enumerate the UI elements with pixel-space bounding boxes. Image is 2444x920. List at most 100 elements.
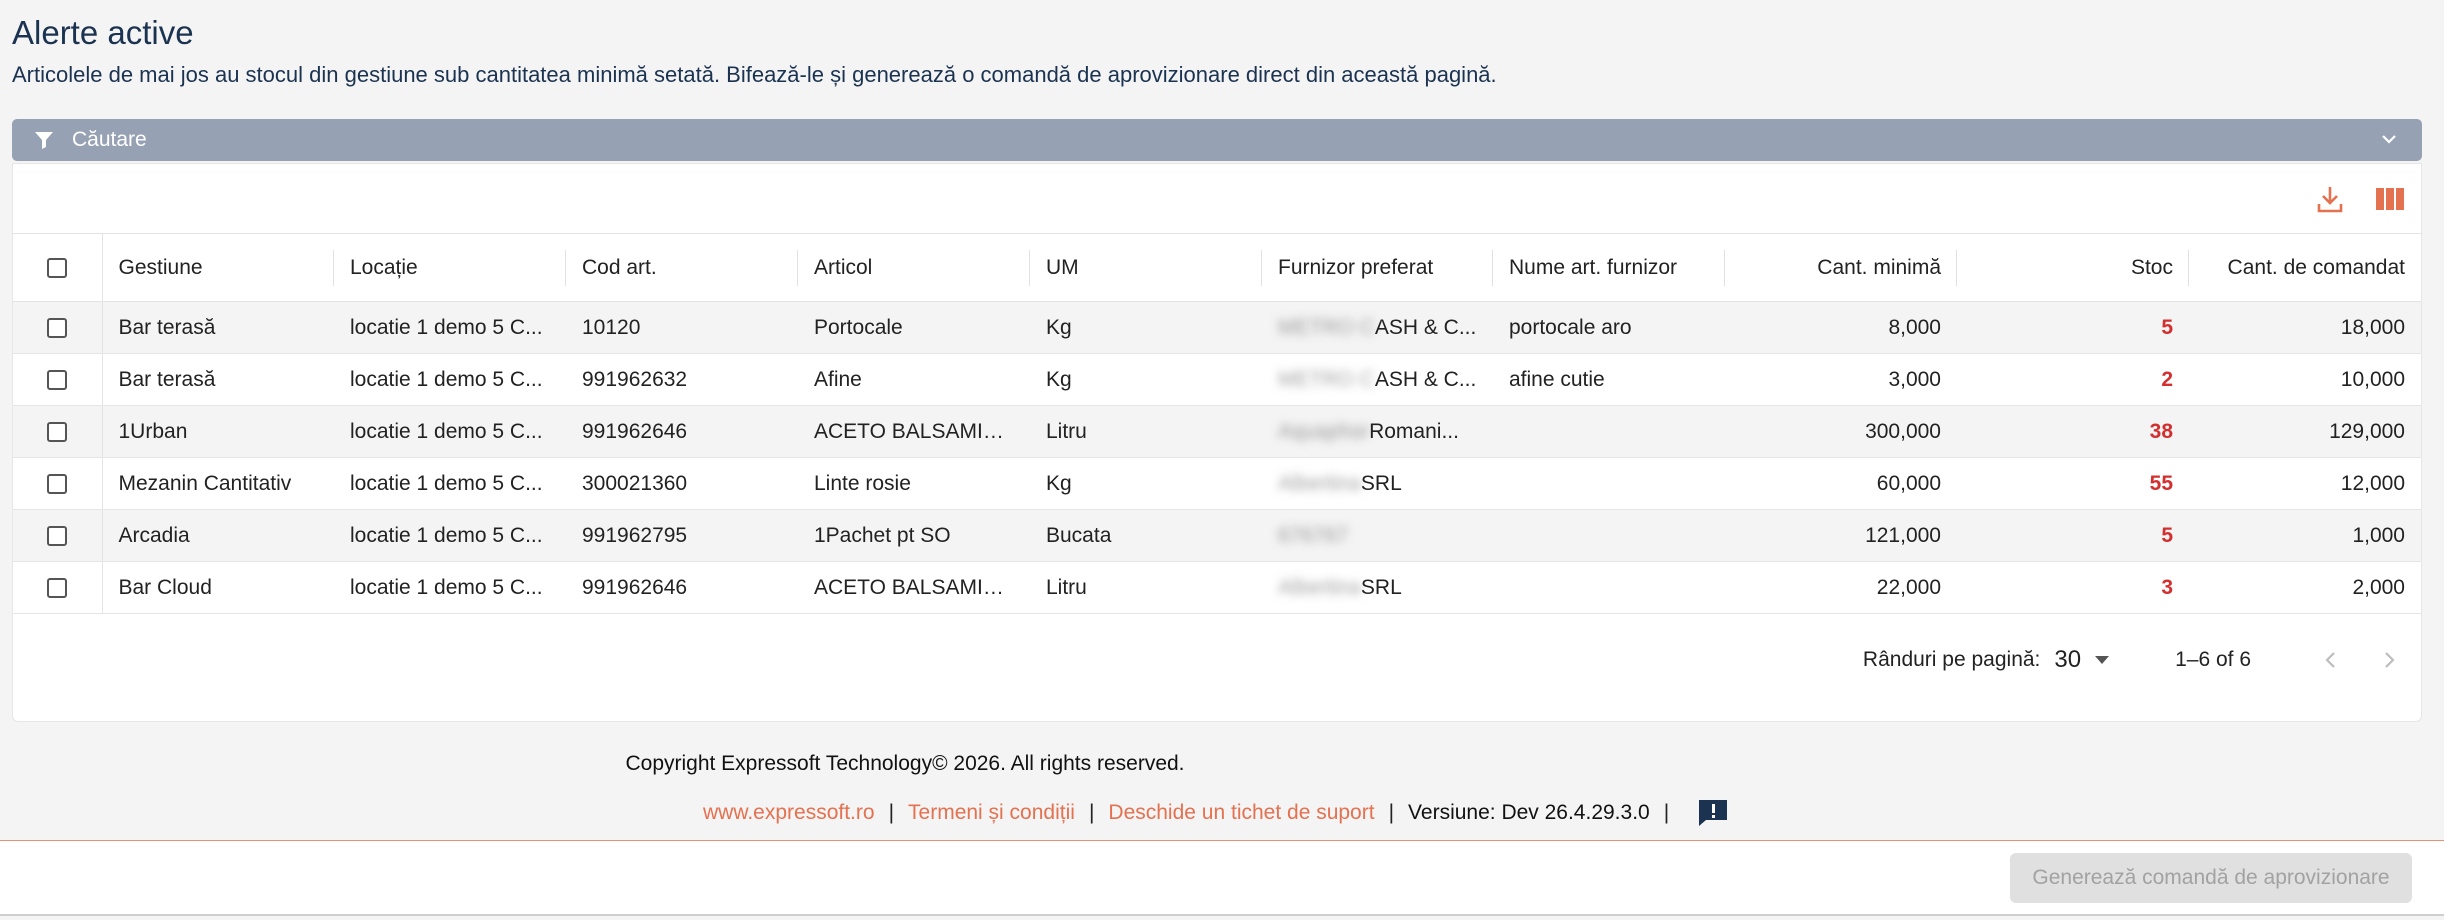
cell-articol: 1Pachet pt SO: [798, 509, 1030, 562]
column-header-locatie[interactable]: Locație: [334, 233, 566, 302]
cell-furnizor-text: Romani...: [1369, 419, 1459, 443]
cell-nume-furnizor: afine cutie: [1493, 353, 1725, 406]
cell-nume-furnizor: [1493, 457, 1725, 510]
redacted-text: Aquaphor: [1278, 419, 1370, 443]
terms-link[interactable]: Termeni și condiții: [908, 801, 1075, 825]
separator: |: [1088, 801, 1095, 824]
column-header-articol[interactable]: Articol: [798, 233, 1030, 302]
column-header-nume-furnizor[interactable]: Nume art. furnizor: [1493, 233, 1725, 302]
redacted-text: Albertina: [1278, 471, 1361, 495]
cell-furnizor: AlbertinaSRL: [1262, 457, 1493, 510]
footer-links: www.expressoft.ro | Termeni și condiții …: [703, 797, 1731, 829]
cell-stoc: 55: [1957, 457, 2189, 510]
cell-articol: Afine: [798, 353, 1030, 406]
cell-um: Kg: [1030, 301, 1262, 354]
page-subtitle: Articolele de mai jos au stocul din gest…: [12, 62, 1497, 87]
column-header-stoc[interactable]: Stoc: [1957, 233, 2189, 302]
search-filter-label: Căutare: [72, 128, 147, 151]
website-link[interactable]: www.expressoft.ro: [703, 801, 875, 825]
feedback-icon[interactable]: [1697, 797, 1731, 829]
cell-locatie: locatie 1 demo 5 C...: [334, 353, 566, 406]
row-select-cell: [13, 301, 103, 354]
cell-cant-minima: 60,000: [1725, 457, 1957, 510]
column-header-cant-minima[interactable]: Cant. minimă: [1725, 233, 1957, 302]
previous-page-icon[interactable]: [2313, 642, 2349, 678]
redacted-text: METRO C: [1278, 367, 1375, 391]
caret-down-icon: [2095, 656, 2110, 664]
column-header-um[interactable]: UM: [1030, 233, 1262, 302]
cell-furnizor: METRO CASH & C...: [1262, 353, 1493, 406]
row-checkbox[interactable]: [47, 473, 68, 494]
cell-articol: ACETO BALSAMIC...: [798, 405, 1030, 458]
table-row[interactable]: Bar Cloud locatie 1 demo 5 C... 991962646 A…: [13, 561, 2421, 614]
separator: |: [888, 801, 895, 824]
alerts-table: Gestiune Locație Cod art. Articol UM Fur…: [13, 233, 2421, 614]
row-checkbox[interactable]: [47, 317, 68, 338]
cell-furnizor-text: SRL: [1360, 575, 1402, 599]
cell-cant-minima: 22,000: [1725, 561, 1957, 614]
table-row[interactable]: Arcadia locatie 1 demo 5 C... 991962795 1Pa…: [13, 509, 2421, 562]
search-filter-bar[interactable]: Căutare: [12, 119, 2422, 161]
generate-order-button[interactable]: Generează comandă de aprovizionare: [2010, 853, 2412, 903]
column-header-cant-comandat[interactable]: Cant. de comandat: [2189, 233, 2421, 302]
cell-locatie: locatie 1 demo 5 C...: [334, 561, 566, 614]
cell-um: Litru: [1030, 561, 1262, 614]
cell-stoc: 5: [1957, 509, 2189, 562]
column-header-furnizor[interactable]: Furnizor preferat: [1262, 233, 1493, 302]
cell-cod: 300021360: [566, 457, 798, 510]
separator: |: [1388, 801, 1395, 824]
cell-um: Bucata: [1030, 509, 1262, 562]
chevron-down-icon[interactable]: [2378, 128, 2400, 150]
cell-locatie: locatie 1 demo 5 C...: [334, 509, 566, 562]
action-bar: Generează comandă de aprovizionare: [0, 840, 2444, 916]
copyright-text: Copyright Expressoft Technology© 2026. A…: [625, 752, 1185, 775]
row-checkbox[interactable]: [47, 525, 68, 546]
rows-per-page-select[interactable]: 30: [2054, 646, 2110, 674]
cell-stoc: 5: [1957, 301, 2189, 354]
column-header-cod[interactable]: Cod art.: [566, 233, 798, 302]
support-ticket-link[interactable]: Deschide un tichet de suport: [1108, 801, 1374, 825]
cell-gestiune: Bar Cloud: [102, 561, 334, 614]
cell-cod: 10120: [566, 301, 798, 354]
table-row[interactable]: Mezanin Cantitativ locatie 1 demo 5 C... 3…: [13, 457, 2421, 510]
redacted-text: 676767: [1278, 523, 1349, 547]
cell-furnizor: AlbertinaSRL: [1262, 561, 1493, 614]
cell-cod: 991962795: [566, 509, 798, 562]
table-row[interactable]: Bar terasă locatie 1 demo 5 C... 10120 Port…: [13, 301, 2421, 354]
cell-stoc: 38: [1957, 405, 2189, 458]
cell-cant-minima: 8,000: [1725, 301, 1957, 354]
redacted-text: Albertina: [1278, 575, 1361, 599]
download-icon[interactable]: [2313, 182, 2347, 216]
row-checkbox[interactable]: [47, 421, 68, 442]
next-page-icon[interactable]: [2371, 642, 2407, 678]
cell-furnizor-text: ASH & C...: [1374, 367, 1477, 391]
column-header-gestiune[interactable]: Gestiune: [102, 233, 334, 302]
cell-furnizor: AquaphorRomani...: [1262, 405, 1493, 458]
cell-locatie: locatie 1 demo 5 C...: [334, 405, 566, 458]
cell-cod: 991962646: [566, 405, 798, 458]
version-text: Versiune: Dev 26.4.29.3.0: [1408, 801, 1650, 824]
table-row[interactable]: Bar terasă locatie 1 demo 5 C... 991962632…: [13, 353, 2421, 406]
cell-cant-comandat: 1,000: [2189, 509, 2421, 562]
cell-furnizor-text: ASH & C...: [1374, 315, 1477, 339]
pagination: Rânduri pe pagină: 30 1–6 of 6: [1863, 640, 2407, 680]
cell-cant-comandat: 10,000: [2189, 353, 2421, 406]
cell-gestiune: Mezanin Cantitativ: [102, 457, 334, 510]
cell-gestiune: Bar terasă: [102, 301, 334, 354]
pagination-range: 1–6 of 6: [2175, 648, 2251, 671]
filter-icon: [34, 129, 56, 151]
view-columns-icon[interactable]: [2373, 182, 2407, 216]
select-all-checkbox[interactable]: [47, 257, 68, 278]
table-row[interactable]: 1Urban locatie 1 demo 5 C... 991962646 ACET…: [13, 405, 2421, 458]
row-select-cell: [13, 457, 103, 510]
cell-nume-furnizor: [1493, 509, 1725, 562]
cell-nume-furnizor: [1493, 405, 1725, 458]
row-checkbox[interactable]: [47, 369, 68, 390]
table-header-row: Gestiune Locație Cod art. Articol UM Fur…: [13, 233, 2421, 302]
cell-furnizor: 676767: [1262, 509, 1493, 562]
row-checkbox[interactable]: [47, 577, 68, 598]
redacted-text: METRO C: [1278, 315, 1375, 339]
cell-cod: 991962646: [566, 561, 798, 614]
cell-um: Kg: [1030, 353, 1262, 406]
cell-cod: 991962632: [566, 353, 798, 406]
